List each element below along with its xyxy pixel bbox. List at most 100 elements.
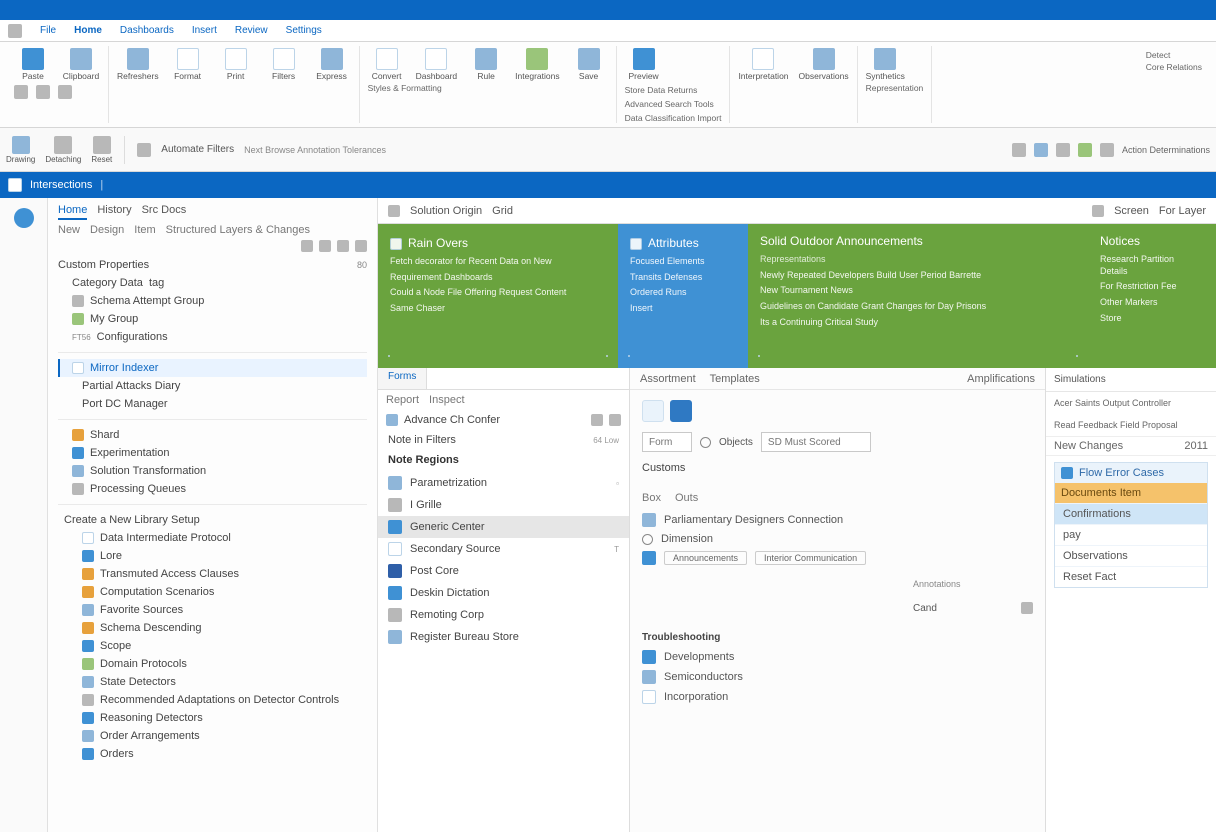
mid-tab-right[interactable]: Amplifications — [967, 373, 1035, 385]
ribbon-print[interactable]: Print — [217, 48, 255, 81]
nav-item[interactable]: Experimentation — [58, 444, 367, 462]
nav-tool-3[interactable] — [337, 240, 349, 252]
copy-icon[interactable] — [36, 85, 50, 99]
nav-item[interactable]: Scope — [58, 637, 367, 655]
explorer-breadcrumb[interactable]: Advance Ch Confer — [378, 410, 629, 430]
explorer-item[interactable]: Register Bureau Store — [378, 626, 629, 648]
ribbon-save[interactable]: Save — [570, 48, 608, 81]
pill-interior[interactable]: Interior Communication — [755, 551, 866, 565]
foot-icon[interactable] — [388, 355, 390, 357]
nav-tool-2[interactable] — [319, 240, 331, 252]
explorer-titlebar[interactable]: Note in Filters64 Low — [378, 430, 629, 450]
explorer-item[interactable]: Deskin Dictation — [378, 582, 629, 604]
nav-item[interactable]: FT56Configurations — [58, 328, 367, 346]
panel-row[interactable]: Confirmations — [1055, 503, 1207, 524]
nav-item[interactable]: Transmuted Access Clauses — [58, 565, 367, 583]
field-3[interactable] — [761, 432, 871, 452]
tb2-icon-a[interactable] — [1012, 143, 1026, 157]
radio-icon[interactable] — [642, 534, 653, 545]
rail-profile-icon[interactable] — [14, 208, 34, 228]
tb2-reset[interactable]: Reset — [91, 136, 112, 164]
chip-icon[interactable] — [642, 400, 664, 422]
nav-item[interactable]: Order Arrangements — [58, 727, 367, 745]
canvas-top-screen[interactable]: Screen — [1114, 205, 1149, 217]
explorer-folder[interactable]: Note Regions — [378, 450, 629, 470]
ribbon-preview[interactable]: Preview — [625, 48, 663, 81]
nav-item[interactable]: Lore — [58, 547, 367, 565]
explorer-item[interactable]: Remoting Corp — [378, 604, 629, 626]
mid-tab-1[interactable]: Assortment — [640, 373, 696, 385]
ribbon-dashboard[interactable]: Dashboard — [416, 48, 458, 81]
tab-settings[interactable]: Settings — [286, 25, 322, 36]
nav-tab-src[interactable]: Src Docs — [142, 204, 187, 220]
nav-item[interactable]: Processing Queues — [58, 480, 367, 498]
radio-objects[interactable] — [700, 437, 711, 448]
nav-tab-home[interactable]: Home — [58, 204, 87, 220]
ribbon-paste[interactable]: Paste — [14, 48, 52, 81]
panel-row[interactable]: pay — [1055, 524, 1207, 545]
foot-icon[interactable] — [758, 355, 760, 357]
mid-line[interactable]: Dimension — [642, 530, 1033, 548]
nav-item[interactable]: State Detectors — [58, 673, 367, 691]
tab-insert[interactable]: Insert — [192, 25, 217, 36]
nav-item[interactable]: Data Intermediate Protocol — [58, 529, 367, 547]
nav-item[interactable]: My Group — [58, 310, 367, 328]
tb2-detaching[interactable]: Detaching — [45, 136, 81, 164]
mid-line[interactable]: Parliamentary Designers Connection — [642, 510, 1033, 530]
tab-dashboards[interactable]: Dashboards — [120, 25, 174, 36]
form-input[interactable] — [642, 432, 692, 452]
nav-item[interactable]: Shard — [58, 426, 367, 444]
tab-file[interactable]: File — [40, 25, 56, 36]
ribbon-refreshers[interactable]: Refreshers — [117, 48, 159, 81]
foot-icon[interactable] — [628, 355, 630, 357]
nav-item[interactable]: Reasoning Detectors — [58, 709, 367, 727]
nav-item[interactable]: Computation Scenarios — [58, 583, 367, 601]
ribbon-observations[interactable]: Observations — [799, 48, 849, 81]
explorer-item-selected[interactable]: Generic Center — [378, 516, 629, 538]
nav-item[interactable]: Port DC Manager — [58, 395, 367, 413]
nav-tab-history[interactable]: History — [97, 204, 131, 220]
ribbon-filters[interactable]: Filters — [265, 48, 303, 81]
ribbon-interpretation[interactable]: Interpretation — [738, 48, 788, 81]
canvas-top-2[interactable]: Grid — [492, 205, 513, 217]
ribbon-convert[interactable]: Convert — [368, 48, 406, 81]
mid-small-2[interactable]: Outs — [675, 492, 698, 504]
nav-item[interactable]: Orders — [58, 745, 367, 763]
canvas-top-layer[interactable]: For Layer — [1159, 205, 1206, 217]
tb2-icon-c[interactable] — [1056, 143, 1070, 157]
back-icon[interactable] — [386, 414, 398, 426]
cut-icon[interactable] — [14, 85, 28, 99]
nav-sub-layers[interactable]: Structured Layers & Changes — [166, 224, 310, 236]
ribbon-clipboard[interactable]: Clipboard — [62, 48, 100, 81]
ribbon-synthetics[interactable]: Synthetics — [866, 48, 905, 81]
tb2-icon-e[interactable] — [1100, 143, 1114, 157]
nav-item[interactable]: Schema Descending — [58, 619, 367, 637]
mid-line[interactable]: Announcements Interior Communication — [642, 548, 1033, 568]
tb2-drawing[interactable]: Drawing — [6, 136, 35, 164]
tab-review[interactable]: Review — [235, 25, 268, 36]
exp-head-inspect[interactable]: Inspect — [429, 394, 464, 406]
panel-header[interactable]: Flow Error Cases — [1055, 463, 1207, 483]
foot-icon[interactable] — [1076, 355, 1078, 357]
tb2-icon-b[interactable] — [1034, 143, 1048, 157]
more-icon[interactable] — [609, 414, 621, 426]
note-icon[interactable] — [1021, 602, 1033, 614]
list-icon[interactable] — [137, 143, 151, 157]
explorer-tab-forms[interactable]: Forms — [378, 368, 427, 389]
nav-item[interactable]: Partial Attacks Diary — [58, 377, 367, 395]
nav-section-custom[interactable]: Custom Properties80 — [58, 256, 367, 274]
nav-tool-4[interactable] — [355, 240, 367, 252]
layout-icon[interactable] — [1092, 205, 1104, 217]
trouble-item[interactable]: Semiconductors — [642, 667, 1033, 687]
brush-icon[interactable] — [58, 85, 72, 99]
ribbon-format[interactable]: Format — [169, 48, 207, 81]
explorer-item[interactable]: Post Core — [378, 560, 629, 582]
nav-item[interactable]: Domain Protocols — [58, 655, 367, 673]
canvas-top-1[interactable]: Solution Origin — [410, 205, 482, 217]
panel-row[interactable]: Observations — [1055, 545, 1207, 566]
nav-item-selected[interactable]: Mirror Indexer — [58, 359, 367, 377]
mid-tab-2[interactable]: Templates — [710, 373, 760, 385]
explorer-item[interactable]: I Grille — [378, 494, 629, 516]
panel-row-selected[interactable]: Documents Item — [1055, 483, 1207, 503]
exp-head-report[interactable]: Report — [386, 394, 419, 406]
